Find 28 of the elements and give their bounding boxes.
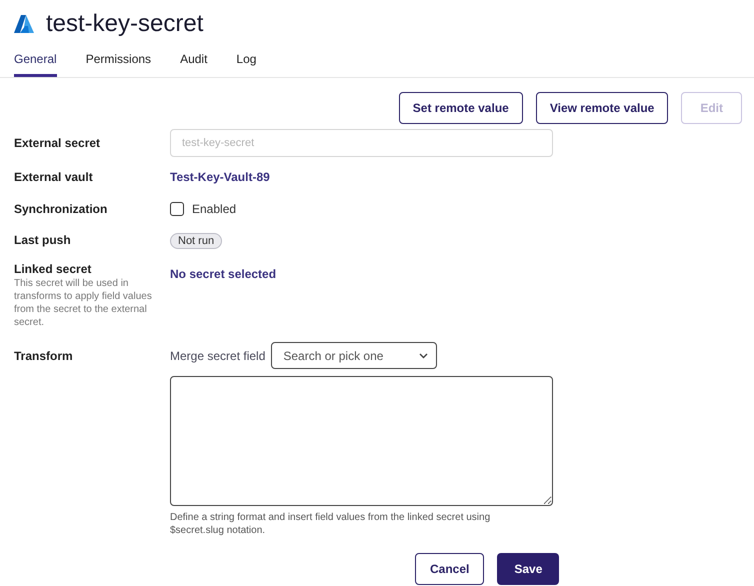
field-label: Merge secret field bbox=[170, 348, 266, 364]
field-label: Last push bbox=[14, 233, 72, 247]
field-label: External secret bbox=[14, 136, 102, 150]
field-description: This secret will be used in transforms to apply field values from the secret to the external secret. bbox=[14, 277, 153, 329]
text-area[interactable] bbox=[170, 376, 553, 506]
save-button[interactable]: Save bbox=[497, 553, 560, 585]
tab[interactable]: Audit bbox=[180, 48, 208, 77]
linked-secret-link[interactable]: No secret selected bbox=[170, 267, 276, 281]
logo-icon bbox=[14, 15, 34, 33]
status-badge: Not run bbox=[170, 233, 222, 249]
tab[interactable]: Permissions bbox=[86, 48, 152, 77]
select-dropdown[interactable]: Search or pick one bbox=[271, 342, 438, 369]
tab[interactable]: Log bbox=[236, 48, 256, 77]
cancel-button[interactable]: Cancel bbox=[415, 553, 484, 585]
field-label: External vault bbox=[14, 170, 94, 184]
checkbox-label: Enabled bbox=[192, 201, 236, 218]
vault-link[interactable]: Test-Key-Vault-89 bbox=[170, 170, 270, 184]
field-label: Linked secret bbox=[14, 262, 92, 276]
help-text: Define a string format and insert field values from the linked secret using $secret.slug notation. bbox=[170, 511, 492, 537]
action-button[interactable]: View remote value bbox=[536, 92, 668, 124]
checkbox[interactable] bbox=[170, 202, 184, 216]
page-title: test-key-secret bbox=[46, 10, 204, 38]
action-button[interactable]: Set remote value bbox=[398, 92, 523, 124]
text-input[interactable]: test-key-secret bbox=[170, 129, 553, 157]
chevron-down-icon bbox=[419, 352, 428, 358]
field-label: Synchronization bbox=[14, 202, 108, 216]
field-label: Transform bbox=[14, 349, 74, 363]
tab[interactable]: General bbox=[14, 48, 57, 77]
